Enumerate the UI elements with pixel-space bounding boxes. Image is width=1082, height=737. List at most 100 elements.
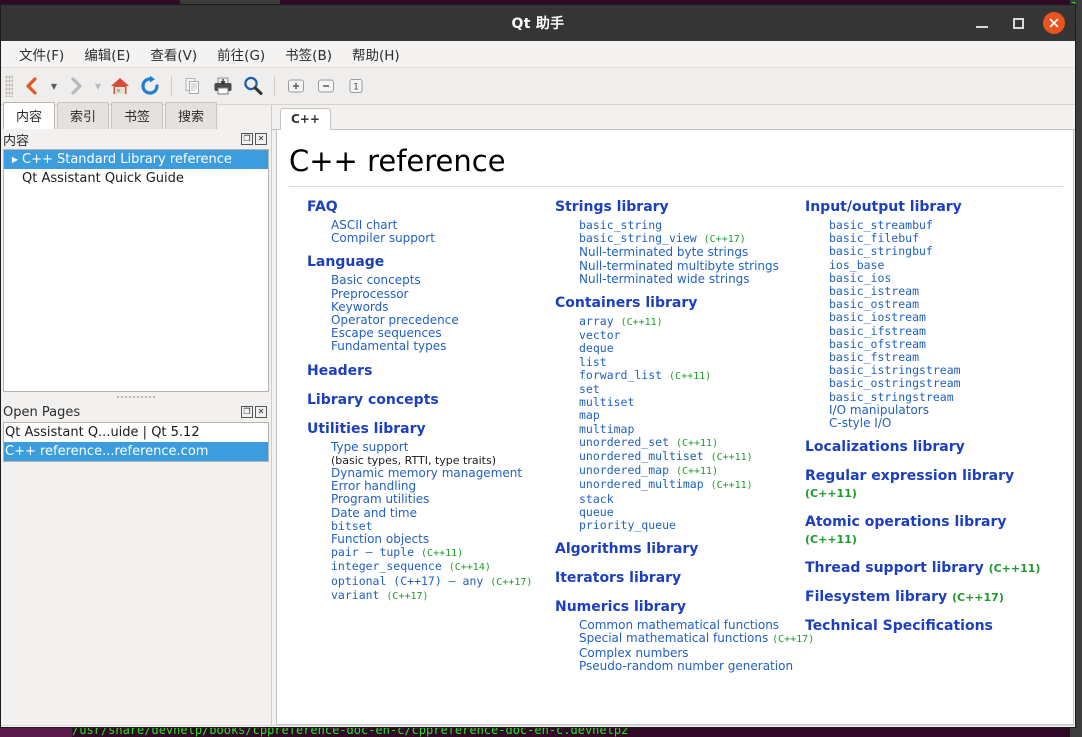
- tab-search[interactable]: 搜索: [165, 102, 218, 129]
- copy-button[interactable]: [178, 71, 208, 101]
- open-page-item-qt-assistant[interactable]: Qt Assistant Q...uide | Qt 5.12: [4, 423, 268, 442]
- link-item[interactable]: unordered_set (C++11): [579, 434, 785, 450]
- section-heading-numerics-library[interactable]: Numerics library: [555, 590, 785, 616]
- contents-float-icon[interactable]: ❐: [241, 133, 253, 145]
- link-label: Null-terminated multibyte strings: [579, 258, 779, 273]
- print-button[interactable]: [208, 71, 238, 101]
- section-heading-regex-library[interactable]: Regular expression library (C++11): [805, 459, 1045, 502]
- menu-file-label: 文件(F): [19, 48, 65, 64]
- tab-index[interactable]: 索引: [57, 102, 110, 129]
- link-item[interactable]: deque: [579, 342, 785, 355]
- contents-tree[interactable]: ▶ C++ Standard Library reference ▶ Qt As…: [3, 149, 269, 392]
- link-item[interactable]: basic_string_view (C++17): [579, 232, 785, 246]
- menu-bookmarks[interactable]: 书签(B): [275, 41, 342, 67]
- link-label: C-style I/O: [829, 416, 892, 431]
- section-heading-faq[interactable]: FAQ: [307, 199, 535, 216]
- section-heading-input-output-library[interactable]: Input/output library: [805, 199, 1045, 216]
- section-heading-technical-specifications[interactable]: Technical Specifications: [805, 609, 1045, 635]
- search-icon: [244, 76, 263, 95]
- tab-bookmarks[interactable]: 书签: [111, 102, 164, 129]
- section-heading-containers-library[interactable]: Containers library: [555, 286, 785, 312]
- close-button[interactable]: [1043, 12, 1065, 34]
- link-item[interactable]: variant (C++17): [331, 588, 535, 603]
- minimize-button[interactable]: [971, 12, 993, 34]
- menu-go[interactable]: 前往(G): [207, 41, 275, 67]
- link-item[interactable]: array (C++11): [579, 314, 785, 329]
- link-item[interactable]: Fundamental types: [331, 340, 535, 353]
- forward-button[interactable]: [61, 71, 91, 101]
- link-label: queue: [579, 504, 614, 519]
- tab-contents-label: 内容: [16, 110, 43, 125]
- zoom-out-button[interactable]: [311, 71, 341, 101]
- section-heading-headers[interactable]: Headers: [307, 354, 535, 380]
- link-item[interactable]: unordered_map (C++11): [579, 464, 785, 478]
- open-page-label: Qt Assistant Q...uide | Qt 5.12: [5, 425, 200, 440]
- section-heading-filesystem-library[interactable]: Filesystem library (C++17): [805, 580, 1045, 606]
- zoom-reset-button[interactable]: 1: [341, 71, 371, 101]
- section-heading-iterators-library[interactable]: Iterators library: [555, 561, 785, 587]
- open-pages-close-icon[interactable]: ✕: [255, 406, 267, 418]
- link-item[interactable]: Special mathematical functions (C++17): [579, 632, 814, 646]
- tree-item-qt-assistant-quick-guide[interactable]: ▶ Qt Assistant Quick Guide: [4, 169, 268, 188]
- open-pages-float-icon[interactable]: ❐: [241, 406, 253, 418]
- sidebar-splitter[interactable]: [1, 392, 271, 402]
- section-version: (C++11): [988, 562, 1041, 576]
- document-view[interactable]: C++ reference FAQ ASCII chart Compiler s…: [276, 130, 1074, 725]
- section-heading-utilities-library[interactable]: Utilities library: [307, 412, 535, 438]
- section-heading-algorithms-library[interactable]: Algorithms library: [555, 532, 785, 558]
- maximize-button[interactable]: [1007, 12, 1029, 34]
- menu-edit[interactable]: 编辑(E): [74, 41, 140, 67]
- section-heading-strings-library[interactable]: Strings library: [555, 199, 785, 216]
- column-2: Strings library basic_string basic_strin…: [535, 199, 814, 673]
- forward-icon: [71, 77, 82, 95]
- link-item[interactable]: forward_list (C++11): [579, 368, 785, 383]
- link-item[interactable]: Pseudo-random number generation: [579, 659, 793, 673]
- section-heading-localizations-library[interactable]: Localizations library: [805, 430, 1045, 456]
- link-label: Dynamic memory management: [331, 466, 523, 481]
- tab-search-label: 搜索: [178, 110, 205, 125]
- back-history-dropdown[interactable]: ▼: [47, 71, 61, 101]
- content-tab-cpp[interactable]: C++: [280, 108, 331, 130]
- contents-close-icon[interactable]: ✕: [255, 133, 267, 145]
- link-item[interactable]: pair – tuple (C++11): [331, 546, 535, 560]
- menu-view[interactable]: 查看(V): [140, 41, 207, 67]
- menu-help[interactable]: 帮助(H): [342, 41, 410, 67]
- zoom-in-icon: [288, 79, 304, 93]
- tab-contents[interactable]: 内容: [3, 102, 56, 129]
- link-item[interactable]: unordered_multimap (C++11): [579, 478, 785, 492]
- menu-go-label: 前往(G): [217, 48, 266, 64]
- section-heading-thread-library[interactable]: Thread support library (C++11): [805, 551, 1045, 577]
- link-item[interactable]: Null-terminated wide strings: [579, 272, 785, 286]
- link-label: unordered_set: [579, 434, 670, 449]
- link-label: Compiler support: [331, 231, 435, 246]
- find-button[interactable]: [238, 71, 268, 101]
- link-label: basic_iostream: [829, 310, 926, 325]
- home-button[interactable]: [105, 71, 135, 101]
- link-item[interactable]: Compiler support: [331, 232, 535, 245]
- forward-history-dropdown[interactable]: ▼: [91, 71, 105, 101]
- expand-arrow-icon[interactable]: ▶: [8, 155, 22, 164]
- link-item[interactable]: integer_sequence (C++14): [331, 560, 535, 574]
- menu-file[interactable]: 文件(F): [9, 41, 74, 67]
- link-label: Fundamental types: [331, 339, 447, 354]
- section-heading-library-concepts[interactable]: Library concepts: [307, 383, 535, 409]
- back-button[interactable]: [17, 71, 47, 101]
- link-item[interactable]: multiset: [579, 396, 785, 409]
- open-pages-list[interactable]: Qt Assistant Q...uide | Qt 5.12 C++ refe…: [3, 422, 269, 462]
- tree-item-label: Qt Assistant Quick Guide: [22, 171, 184, 186]
- link-label: Preprocessor: [331, 286, 409, 301]
- toolbar-drag-handle[interactable]: [5, 75, 13, 97]
- zoom-in-button[interactable]: [281, 71, 311, 101]
- link-item[interactable]: Type support: [331, 440, 535, 454]
- link-item[interactable]: unordered_multiset (C++11): [579, 449, 785, 464]
- section-heading-language[interactable]: Language: [307, 245, 535, 271]
- open-page-item-cpp-reference[interactable]: C++ reference...reference.com: [4, 442, 268, 461]
- tree-item-cpp-standard-library[interactable]: ▶ C++ Standard Library reference: [4, 150, 268, 169]
- column-3: Input/output library basic_streambuf bas…: [785, 199, 1045, 673]
- link-item[interactable]: C-style I/O: [829, 416, 1045, 431]
- link-label: Date and time: [331, 505, 417, 520]
- reload-button[interactable]: [135, 71, 165, 101]
- link-item[interactable]: optional (C++17) – any (C++17): [331, 574, 535, 589]
- section-heading-atomic-library[interactable]: Atomic operations library (C++11): [805, 505, 1045, 548]
- link-item[interactable]: priority_queue: [579, 518, 785, 532]
